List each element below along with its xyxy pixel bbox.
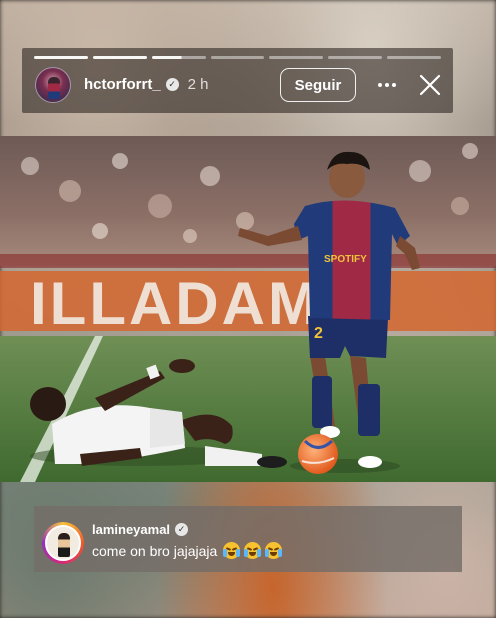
story-header: hctorforrt_ ✓ 2 h Seguir — [22, 48, 453, 113]
comment-card[interactable]: lamineyamal ✓ come on bro jajajaja — [34, 506, 462, 572]
progress-segment — [151, 56, 206, 59]
emoji-group — [223, 542, 283, 559]
avatar-figure — [58, 533, 70, 557]
loudly-crying-face-icon — [223, 542, 241, 559]
loudly-crying-face-icon — [265, 542, 283, 559]
football-match-photo: ILLADAM 2 SPOTIFY — [0, 136, 496, 482]
story-username[interactable]: hctorforrt_ — [84, 76, 161, 93]
progress-segment — [269, 56, 324, 59]
sponsor-text: SPOTIFY — [324, 254, 367, 265]
avatar-figure — [48, 77, 60, 99]
progress-segment — [210, 56, 265, 59]
football — [298, 434, 338, 474]
story-author-avatar[interactable] — [35, 67, 71, 103]
progress-segment — [328, 56, 383, 59]
avatar-image — [45, 525, 81, 561]
comment-body: come on bro jajajaja — [92, 542, 218, 559]
story-photo[interactable]: ILLADAM 2 SPOTIFY — [0, 136, 496, 482]
story-progress-bar — [34, 56, 442, 59]
commenter-avatar[interactable] — [42, 522, 84, 564]
commenter[interactable]: lamineyamal ✓ — [92, 522, 189, 537]
close-icon[interactable] — [419, 74, 441, 96]
commenter-username[interactable]: lamineyamal — [92, 522, 170, 537]
more-options-icon[interactable] — [378, 76, 396, 94]
stadium-banner-text: ILLADAM — [30, 270, 321, 337]
story-timestamp: 2 h — [187, 76, 209, 93]
progress-segment — [34, 56, 88, 59]
progress-segment — [387, 56, 442, 59]
stand-railing — [0, 254, 496, 268]
follow-button[interactable]: Seguir — [280, 68, 356, 102]
verified-badge-icon: ✓ — [165, 78, 179, 91]
player-number: 2 — [314, 325, 323, 342]
verified-badge-icon: ✓ — [175, 523, 189, 536]
loudly-crying-face-icon — [244, 542, 262, 559]
progress-segment — [92, 56, 147, 59]
story-author[interactable]: hctorforrt_ ✓ 2 h — [84, 76, 209, 93]
comment-text: come on bro jajajaja — [92, 542, 283, 559]
